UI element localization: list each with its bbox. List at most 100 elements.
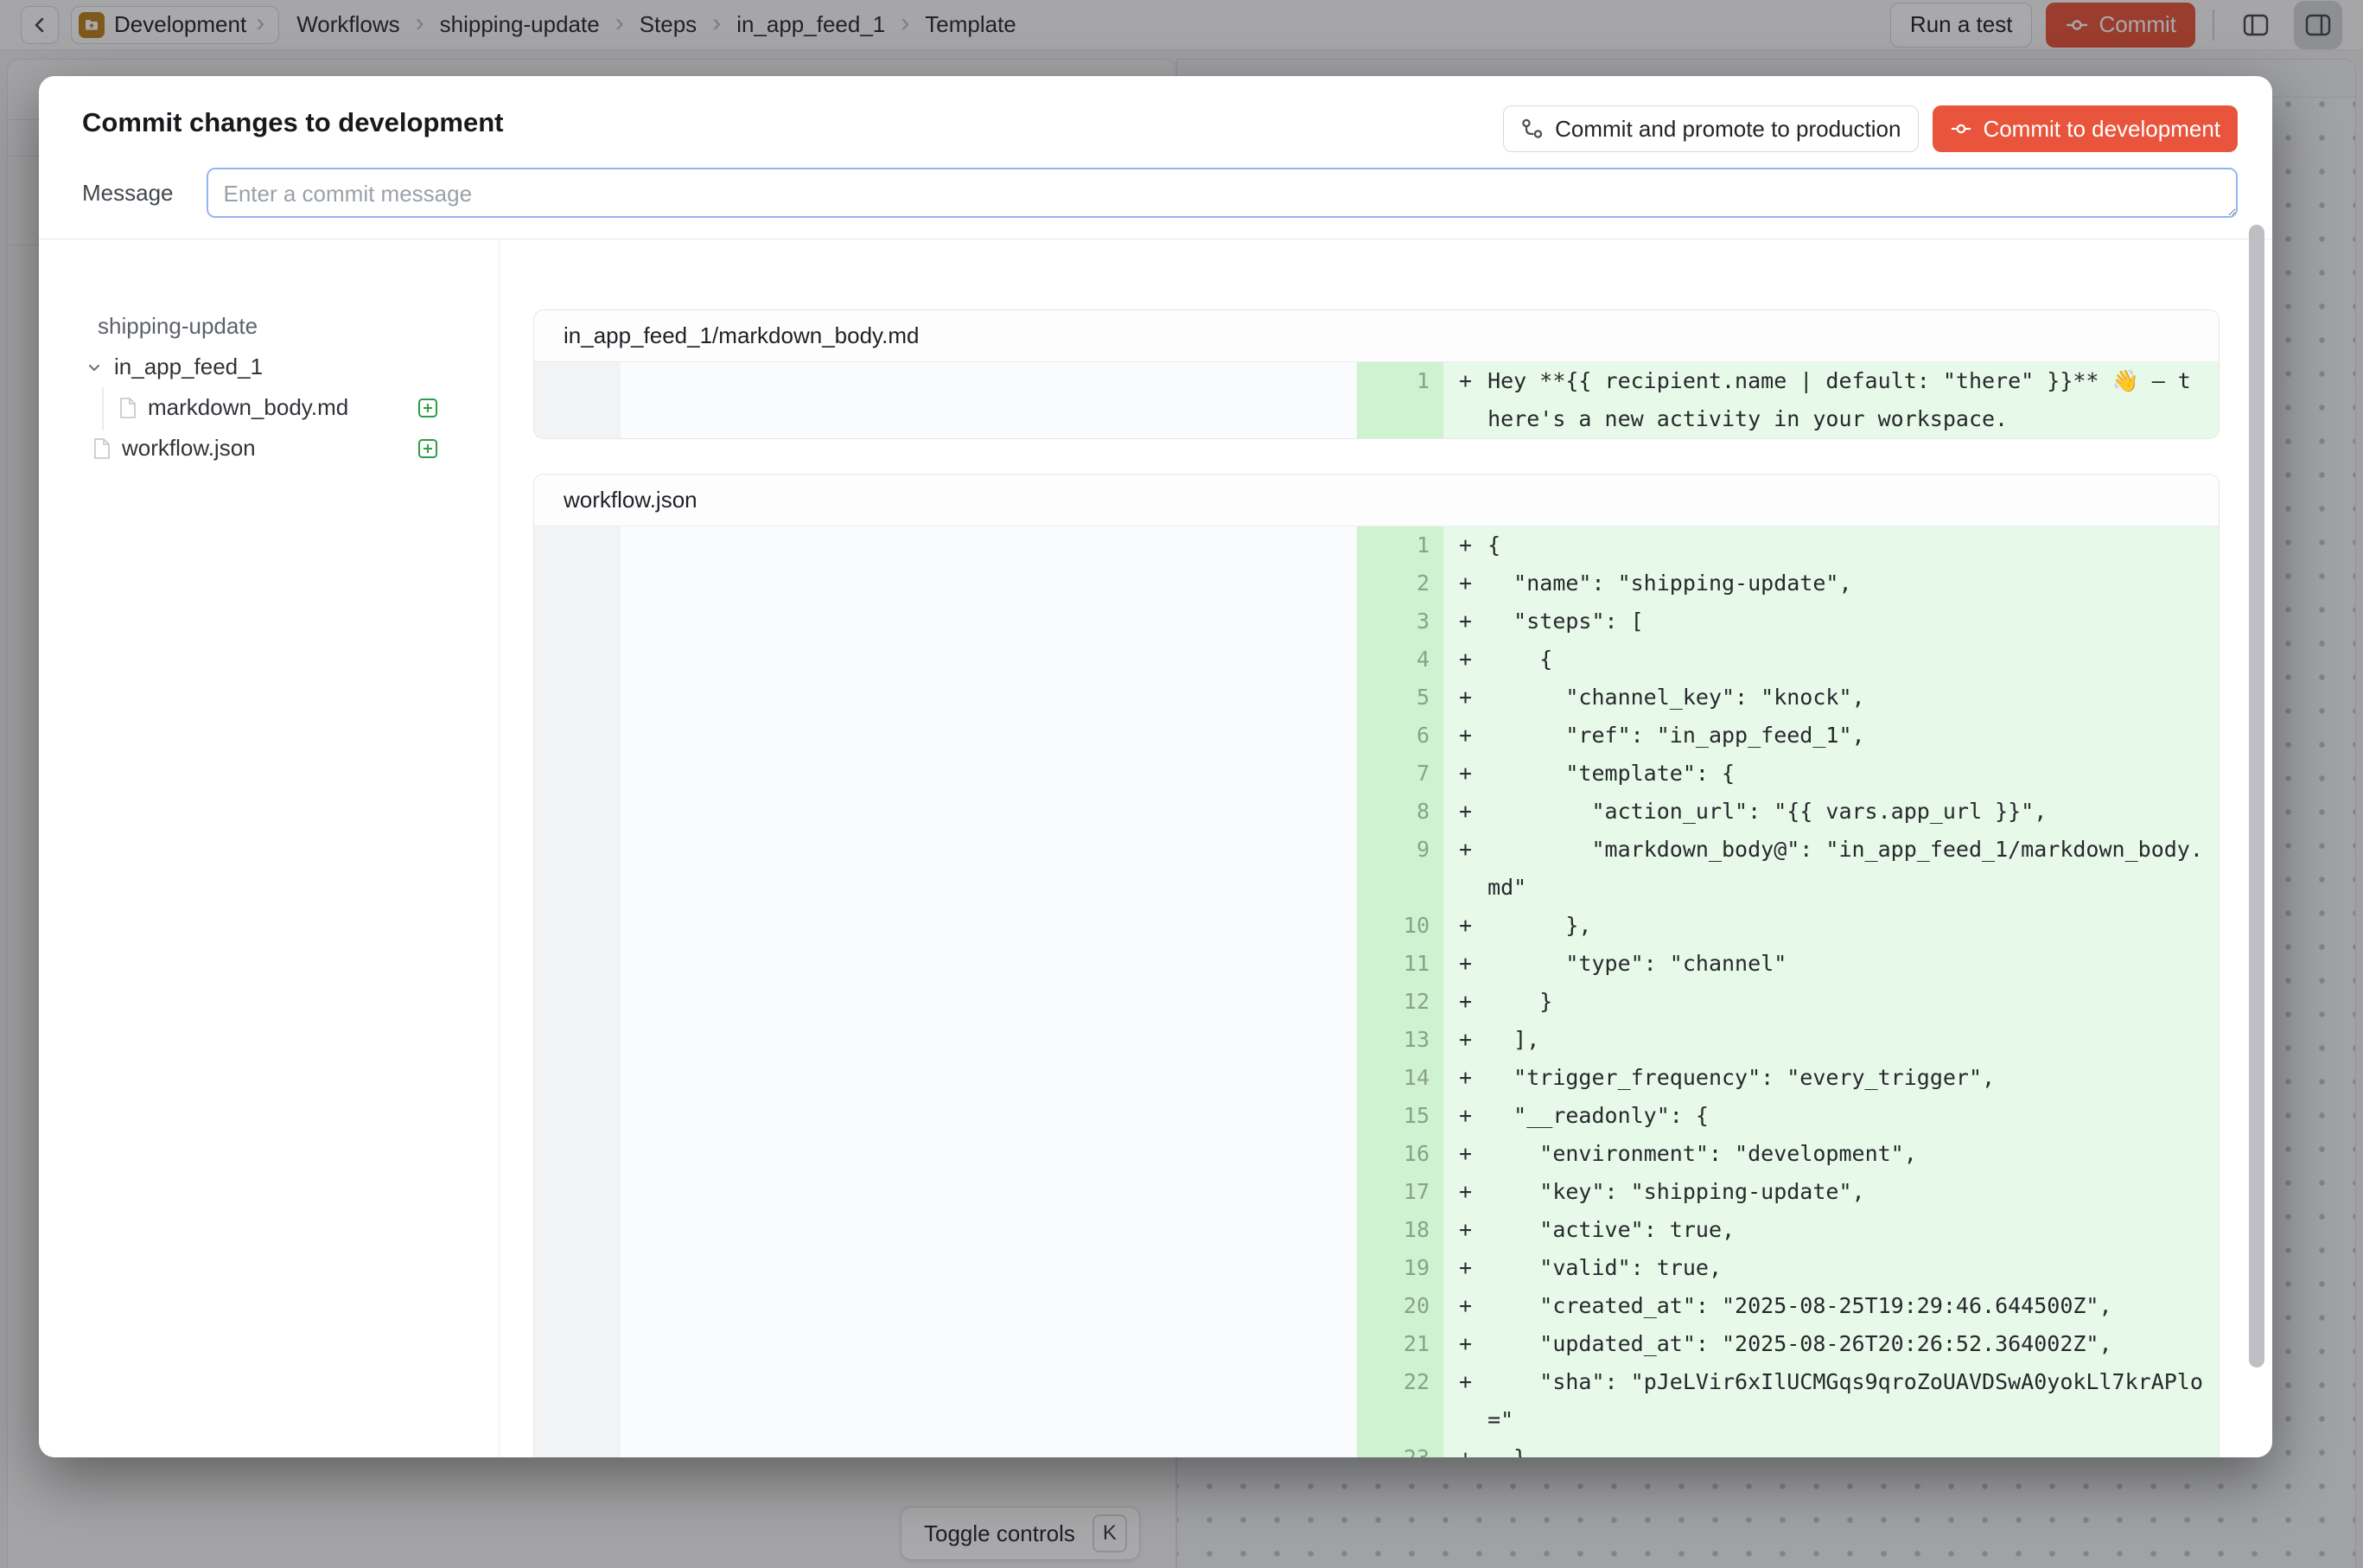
tree-file-label: markdown_body.md [148, 394, 348, 421]
diff-line: 5+ "channel_key": "knock", [534, 679, 2219, 717]
added-line-marker: + [1443, 831, 1472, 869]
diff-line: 7+ "template": { [534, 755, 2219, 793]
old-line-gutter [534, 1021, 621, 1059]
old-line-gutter [534, 362, 621, 438]
new-line-number: 3 [1357, 602, 1443, 641]
code-text: "created_at": "2025-08-25T19:29:46.64450… [1487, 1287, 2203, 1325]
old-line-content [621, 717, 1357, 755]
message-input[interactable] [207, 168, 2239, 218]
old-line-gutter [534, 1097, 621, 1135]
diff-rows: 1+{2+ "name": "shipping-update",3+ "step… [534, 526, 2219, 1457]
added-line-marker: + [1443, 564, 1472, 602]
diff-panel-workflow-json: workflow.json 1+{2+ "name": "shipping-up… [533, 474, 2220, 1457]
tree-file-markdown-body[interactable]: markdown_body.md [39, 387, 499, 428]
added-line-marker: + [1443, 641, 1472, 679]
modal-title: Commit changes to development [82, 107, 503, 138]
new-line-number: 13 [1357, 1021, 1443, 1059]
new-line-content: + { [1443, 641, 2219, 679]
tree-group-in-app-feed[interactable]: in_app_feed_1 [39, 347, 499, 387]
new-line-number: 7 [1357, 755, 1443, 793]
old-line-content [621, 831, 1357, 907]
promote-branch-icon [1521, 118, 1544, 140]
old-line-gutter [534, 755, 621, 793]
added-line-marker: + [1443, 1059, 1472, 1097]
new-line-number: 14 [1357, 1059, 1443, 1097]
new-line-content: +{ [1443, 526, 2219, 564]
diff-panel-markdown-body: in_app_feed_1/markdown_body.md 1+Hey **{… [533, 309, 2220, 439]
added-line-marker: + [1443, 945, 1472, 983]
code-text: Hey **{{ recipient.name | default: "ther… [1487, 362, 2203, 438]
new-line-number: 4 [1357, 641, 1443, 679]
commit-to-development-label: Commit to development [1983, 116, 2220, 143]
old-line-content [621, 945, 1357, 983]
diff-line: 16+ "environment": "development", [534, 1135, 2219, 1173]
added-line-marker: + [1443, 1249, 1472, 1287]
added-line-marker: + [1443, 1173, 1472, 1211]
tree-file-workflow-json[interactable]: workflow.json [39, 428, 499, 468]
commit-and-promote-button[interactable]: Commit and promote to production [1503, 105, 1919, 152]
old-line-content [621, 1249, 1357, 1287]
chevron-down-icon [85, 358, 104, 377]
old-line-content [621, 1363, 1357, 1439]
added-line-marker: + [1443, 526, 1472, 564]
old-line-gutter [534, 1325, 621, 1363]
added-line-marker: + [1443, 679, 1472, 717]
old-line-gutter [534, 1135, 621, 1173]
new-line-content: + "markdown_body@": "in_app_feed_1/markd… [1443, 831, 2219, 907]
old-line-gutter [534, 831, 621, 907]
code-text: "updated_at": "2025-08-26T20:26:52.36400… [1487, 1325, 2203, 1363]
new-line-number: 23 [1357, 1439, 1443, 1457]
added-line-marker: + [1443, 793, 1472, 831]
code-text: "sha": "pJeLVir6xIlUCMGqs9qroZoUAVDSwA0y… [1487, 1363, 2203, 1439]
new-line-number: 10 [1357, 907, 1443, 945]
code-text: "valid": true, [1487, 1249, 2203, 1287]
diff-line: 3+ "steps": [ [534, 602, 2219, 641]
diff-line: 9+ "markdown_body@": "in_app_feed_1/mark… [534, 831, 2219, 907]
new-line-number: 20 [1357, 1287, 1443, 1325]
old-line-content [621, 362, 1357, 438]
code-text: } [1487, 983, 2203, 1021]
added-line-marker: + [1443, 1211, 1472, 1249]
file-header: workflow.json [534, 475, 2219, 526]
added-line-marker: + [1443, 1439, 1472, 1457]
diff-line: 13+ ], [534, 1021, 2219, 1059]
diff-line: 17+ "key": "shipping-update", [534, 1173, 2219, 1211]
new-line-number: 22 [1357, 1363, 1443, 1439]
added-file-badge [417, 438, 438, 459]
commit-to-development-button[interactable]: Commit to development [1933, 105, 2238, 152]
code-text: "key": "shipping-update", [1487, 1173, 2203, 1211]
new-line-content: + } [1443, 1439, 2219, 1457]
diff-line: 21+ "updated_at": "2025-08-26T20:26:52.3… [534, 1325, 2219, 1363]
old-line-gutter [534, 526, 621, 564]
file-icon [118, 397, 137, 419]
old-line-content [621, 564, 1357, 602]
old-line-gutter [534, 679, 621, 717]
diff-line: 10+ }, [534, 907, 2219, 945]
old-line-content [621, 1211, 1357, 1249]
diff-line: 1+{ [534, 526, 2219, 564]
new-line-number: 12 [1357, 983, 1443, 1021]
code-text: "type": "channel" [1487, 945, 2203, 983]
code-text: { [1487, 641, 2203, 679]
added-line-marker: + [1443, 1287, 1472, 1325]
diff-line: 23+ } [534, 1439, 2219, 1457]
new-line-content: + "__readonly": { [1443, 1097, 2219, 1135]
new-line-content: + "name": "shipping-update", [1443, 564, 2219, 602]
old-line-content [621, 1287, 1357, 1325]
old-line-gutter [534, 945, 621, 983]
new-line-number: 6 [1357, 717, 1443, 755]
new-line-number: 15 [1357, 1097, 1443, 1135]
new-line-content: + "created_at": "2025-08-25T19:29:46.644… [1443, 1287, 2219, 1325]
modal-scrollbar[interactable] [2249, 225, 2264, 1367]
code-text: ], [1487, 1021, 2203, 1059]
file-header-label: workflow.json [564, 487, 697, 513]
app-stage: Development › Workflows › shipping-updat… [0, 0, 2363, 1568]
added-line-marker: + [1443, 1021, 1472, 1059]
new-line-number: 1 [1357, 526, 1443, 564]
file-header: in_app_feed_1/markdown_body.md [534, 310, 2219, 362]
added-line-marker: + [1443, 907, 1472, 945]
code-text: "trigger_frequency": "every_trigger", [1487, 1059, 2203, 1097]
old-line-content [621, 907, 1357, 945]
diff-line: 6+ "ref": "in_app_feed_1", [534, 717, 2219, 755]
old-line-gutter [534, 1059, 621, 1097]
